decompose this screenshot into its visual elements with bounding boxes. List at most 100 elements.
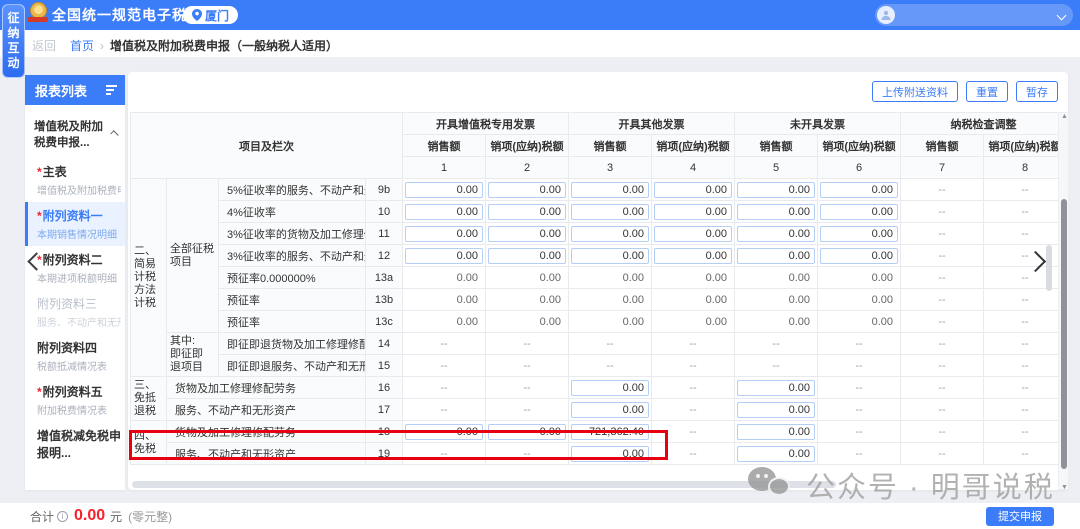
chevron-down-icon[interactable] xyxy=(1056,10,1067,20)
row-num: 9b xyxy=(365,178,403,201)
table-row: 即征即退服务、不动产和无形资产15 ---------------- xyxy=(131,354,1067,377)
item-title: 附列资料五 xyxy=(42,385,103,399)
interaction-side-tab[interactable]: 征纳互动 xyxy=(2,4,25,78)
panel-collapse-handle[interactable] xyxy=(27,252,46,273)
table-scrollbar-thumb[interactable] xyxy=(1046,245,1052,291)
horizontal-scrollbar[interactable] xyxy=(132,481,836,488)
row-label: 3%征收率的服务、不动产和无形资产 xyxy=(218,244,366,267)
sidebar-item-appendix-3[interactable]: 附列资料三 服务、不动产和无形资产扣.. xyxy=(25,290,125,334)
amount-input[interactable]: 0.00 xyxy=(488,203,566,220)
row-label: 即征即退服务、不动产和无形资产 xyxy=(218,354,366,377)
amount-input[interactable]: 0.00 xyxy=(488,225,566,242)
table-row: 预征率 13b 0.00 0.00 0.00 0.00 0.00 0.00 -- -- xyxy=(131,288,1067,311)
amount-input[interactable]: 0.00 xyxy=(654,225,732,242)
scroll-down-icon[interactable]: ▼ xyxy=(1060,484,1069,491)
amount-input[interactable]: 0.00 xyxy=(488,247,566,264)
amount-input[interactable]: 0.00 xyxy=(737,401,815,418)
sidebar-item-appendix-5[interactable]: *附列资料五 附加税费情况表 xyxy=(25,378,125,422)
amount-input[interactable]: 0.00 xyxy=(737,225,815,242)
amount-input[interactable]: 0.00 xyxy=(820,225,898,242)
amount-input[interactable]: 0.00 xyxy=(405,247,483,264)
amount-text: 0.00 xyxy=(817,288,901,311)
amount-input[interactable]: 0.00 xyxy=(488,181,566,198)
required-star: * xyxy=(37,209,42,223)
amount-input[interactable]: 0.00 xyxy=(737,203,815,220)
amount-text: 0.00 xyxy=(402,266,486,289)
amount-input[interactable]: 0.00 xyxy=(820,203,898,220)
amount-input[interactable]: 0.00 xyxy=(737,423,815,440)
amount-text: 0.00 xyxy=(485,288,569,311)
amount-input[interactable]: 0.00 xyxy=(571,203,649,220)
row-num: 13c xyxy=(365,310,403,333)
empty-cell: -- xyxy=(651,376,735,399)
col-sales: 销售额 xyxy=(734,134,818,157)
col-num: 6 xyxy=(817,156,901,179)
sidebar-item-appendix-1[interactable]: *附列资料一 本期销售情况明细 xyxy=(25,202,125,246)
submit-declaration-button[interactable]: 提交申报 xyxy=(986,506,1054,526)
sidebar-item-main-form[interactable]: *主表 增值税及附加税费申报表 xyxy=(25,158,125,202)
report-list-title: 报表列表 xyxy=(35,83,88,99)
vertical-scrollbar[interactable]: ▲ ▼ xyxy=(1058,112,1069,491)
empty-cell: -- xyxy=(900,266,984,289)
empty-cell: -- xyxy=(817,398,901,421)
vertical-scrollbar-thumb[interactable] xyxy=(1061,199,1067,469)
total-amount: 0.00 xyxy=(74,507,106,524)
amount-input[interactable]: 0.00 xyxy=(737,181,815,198)
amount-input[interactable]: 0.00 xyxy=(571,181,649,198)
amount-input[interactable]: 0.00 xyxy=(737,445,815,462)
row-label: 5%征收率的服务、不动产和无形资产 xyxy=(218,178,366,201)
empty-cell: -- xyxy=(402,354,486,377)
amount-input[interactable]: 0.00 xyxy=(654,181,732,198)
user-pill[interactable] xyxy=(875,4,1073,26)
amount-input[interactable]: 0.00 xyxy=(737,379,815,396)
col-group-no-invoice: 未开具发票 xyxy=(734,112,901,135)
reset-button[interactable]: 重置 xyxy=(966,81,1008,102)
amount-input[interactable]: 0.00 xyxy=(737,247,815,264)
empty-cell: -- xyxy=(983,178,1067,201)
avatar xyxy=(877,6,895,24)
empty-cell: -- xyxy=(983,354,1067,377)
sidebar-item-appendix-4[interactable]: 附列资料四 税额抵减情况表 xyxy=(25,334,125,378)
required-star: * xyxy=(37,385,42,399)
scroll-right-handle[interactable] xyxy=(1024,250,1047,274)
breadcrumb-home[interactable]: 首页 xyxy=(70,37,94,54)
amount-input-highlighted[interactable]: 721,362.40 xyxy=(571,423,649,440)
amount-input[interactable]: 0.00 xyxy=(405,181,483,198)
col-num: 8 xyxy=(983,156,1067,179)
amount-input[interactable]: 0.00 xyxy=(405,203,483,220)
empty-cell: -- xyxy=(900,354,984,377)
empty-cell: -- xyxy=(900,178,984,201)
sidebar-item-tax-reduction[interactable]: 增值税减免税申报明... xyxy=(25,422,125,466)
amount-input[interactable]: 0.00 xyxy=(405,225,483,242)
report-group-header[interactable]: 增值税及附加税费申报... xyxy=(25,105,125,158)
amount-input[interactable]: 0.00 xyxy=(488,423,566,440)
row-label: 预征率0.000000% xyxy=(218,266,366,289)
amount-input[interactable]: 0.00 xyxy=(571,401,649,418)
page: 全国统一规范电子税务局 厦门 征纳互动 返回 首页 › 增值税及附加税费申报（一… xyxy=(0,0,1080,529)
row-subgroup-refund-items: 其中: 即征即 退项目 xyxy=(166,332,219,377)
location-pill[interactable]: 厦门 xyxy=(183,6,239,24)
amount-input[interactable]: 0.00 xyxy=(571,247,649,264)
list-icon[interactable] xyxy=(106,83,117,97)
col-group-special-invoice: 开具增值税专用发票 xyxy=(402,112,569,135)
info-icon[interactable]: i xyxy=(57,510,69,522)
empty-cell: -- xyxy=(485,354,569,377)
empty-cell: -- xyxy=(900,310,984,333)
empty-cell: -- xyxy=(402,442,486,465)
amount-text: 0.00 xyxy=(734,288,818,311)
save-draft-button[interactable]: 暂存 xyxy=(1016,81,1058,102)
amount-input[interactable]: 0.00 xyxy=(820,247,898,264)
amount-input[interactable]: 0.00 xyxy=(654,247,732,264)
tax-emblem-logo xyxy=(28,2,48,22)
upload-attachments-button[interactable]: 上传附送资料 xyxy=(872,81,958,102)
scroll-up-icon[interactable]: ▲ xyxy=(1060,113,1069,120)
amount-input[interactable]: 0.00 xyxy=(571,225,649,242)
amount-input[interactable]: 0.00 xyxy=(571,445,649,462)
amount-input[interactable]: 0.00 xyxy=(820,181,898,198)
amount-input[interactable]: 0.00 xyxy=(405,423,483,440)
back-link[interactable]: 返回 xyxy=(32,37,56,54)
amount-input[interactable]: 0.00 xyxy=(654,203,732,220)
row-num: 13b xyxy=(365,288,403,311)
amount-input[interactable]: 0.00 xyxy=(571,379,649,396)
amount-text: 0.00 xyxy=(817,266,901,289)
